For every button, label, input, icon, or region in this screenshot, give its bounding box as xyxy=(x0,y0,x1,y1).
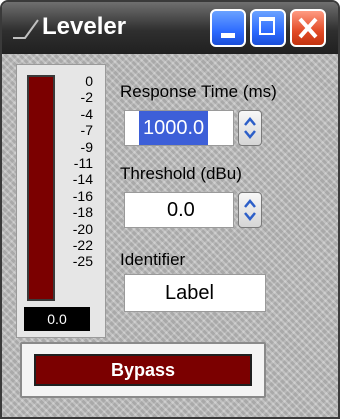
meter-scale-label: -9 xyxy=(80,138,93,155)
title-bar[interactable]: Leveler xyxy=(2,2,338,54)
meter-scale-label: -2 xyxy=(80,89,93,106)
meter-scale-label: -18 xyxy=(72,204,93,221)
threshold-field[interactable]: 0.0 xyxy=(124,192,234,228)
spinner-up-down-icon xyxy=(244,117,256,139)
window-title: Leveler xyxy=(42,13,127,40)
response-time-field[interactable]: 1000.0 xyxy=(124,110,234,146)
meter-scale-label: 0 xyxy=(85,73,93,89)
spinner-up-down-icon xyxy=(244,199,256,221)
meter-scale-label: -4 xyxy=(80,105,93,122)
meter-scale-label: -25 xyxy=(72,253,93,270)
response-time-value: 1000.0 xyxy=(139,111,209,145)
bypass-button[interactable]: Bypass xyxy=(20,342,266,398)
meter-scale-label: -11 xyxy=(73,155,93,171)
threshold-value: 0.0 xyxy=(167,199,195,221)
leveler-curve-icon xyxy=(13,19,39,39)
meter-scale-label: -14 xyxy=(72,171,93,188)
threshold-spinner[interactable] xyxy=(238,192,262,228)
level-meter-bar xyxy=(27,75,55,301)
close-icon xyxy=(298,17,318,39)
meter-scale-label: -20 xyxy=(72,220,93,237)
response-time-label: Response Time (ms) xyxy=(120,82,277,101)
threshold-label: Threshold (dBu) xyxy=(120,164,242,183)
identifier-field[interactable]: Label xyxy=(124,274,266,312)
meter-scale-label: -16 xyxy=(72,187,93,204)
level-meter-panel: 0 -2 -4 -7 -9 -11 -14 -16 -18 -20 -22 -25 0.0 xyxy=(16,64,106,338)
meter-readout: 0.0 xyxy=(24,307,90,331)
maximize-button[interactable] xyxy=(250,9,286,47)
identifier-label: Identifier xyxy=(120,250,186,269)
meter-scale-label: -7 xyxy=(80,122,93,139)
identifier-value: Label xyxy=(165,282,214,304)
meter-scale-label: -22 xyxy=(72,237,93,253)
leveler-window: Leveler 0 -2 -4 -7 -9 -11 -14 -16 -18 -20 -22 -25 0… xyxy=(0,0,340,419)
bypass-label: Bypass xyxy=(34,354,252,386)
response-time-spinner[interactable] xyxy=(238,110,262,146)
minimize-button[interactable] xyxy=(210,9,246,47)
close-button[interactable] xyxy=(290,9,326,47)
